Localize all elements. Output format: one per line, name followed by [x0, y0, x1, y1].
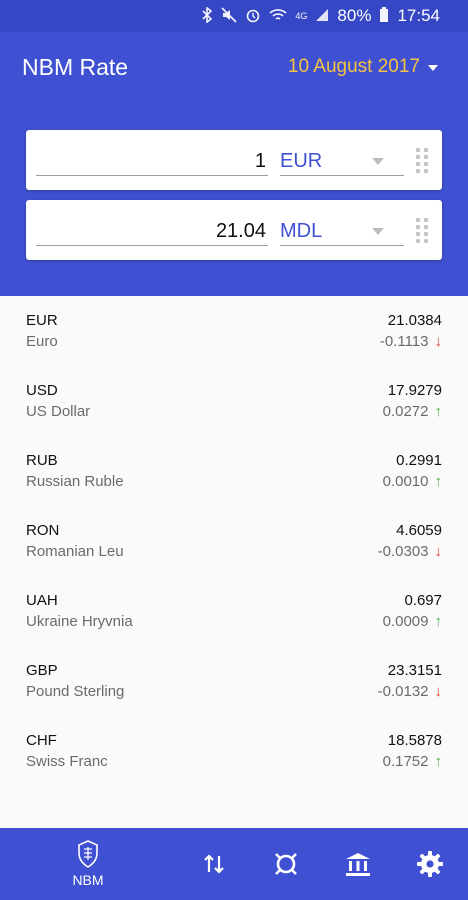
status-bar: 4G 80% 17:54	[0, 0, 468, 32]
date-selector[interactable]: 10 August 2017	[288, 56, 438, 78]
rate-change: -0.1113	[379, 333, 429, 350]
from-currency-select[interactable]: EUR	[280, 146, 404, 176]
arrow-up-icon: ↑	[434, 403, 443, 420]
currency-code: GBP	[26, 662, 58, 679]
arrow-up-icon: ↑	[434, 613, 443, 630]
rate-value: 23.3151	[387, 662, 442, 679]
from-amount-input[interactable]: 1	[36, 146, 268, 176]
rate-value: 18.5878	[387, 732, 442, 749]
nbm-logo-icon	[77, 840, 99, 873]
rate-row-ron[interactable]: RON Romanian Leu 4.6059 -0.0303 ↓	[0, 506, 468, 576]
swap-icon	[203, 852, 225, 881]
rate-value: 4.6059	[396, 522, 442, 539]
arrow-down-icon: ↓	[434, 683, 443, 700]
nav-banks[interactable]	[340, 828, 376, 900]
rate-row-eur[interactable]: EUR Euro 21.0384 -0.1113 ↓	[0, 296, 468, 366]
rate-change: -0.0132	[377, 683, 429, 700]
arrow-down-icon: ↓	[434, 543, 443, 560]
nav-converter[interactable]	[196, 828, 232, 900]
rate-change: 0.0010	[382, 473, 429, 490]
currency-name: US Dollar	[26, 403, 91, 420]
nav-nbm[interactable]: NBM	[58, 828, 118, 900]
rate-value: 21.0384	[387, 312, 442, 329]
rate-value: 0.697	[404, 592, 442, 609]
currency-name: Pound Sterling	[26, 683, 125, 700]
settings-icon	[416, 850, 444, 883]
rate-change: 0.0009	[382, 613, 429, 630]
drag-handle-icon[interactable]	[416, 148, 430, 174]
to-currency-label: MDL	[280, 220, 323, 242]
rate-row-uah[interactable]: UAH Ukraine Hryvnia 0.697 0.0009 ↑	[0, 576, 468, 646]
drag-handle-icon[interactable]	[416, 218, 430, 244]
nav-settings[interactable]	[412, 828, 448, 900]
nav-nbm-label: NBM	[72, 872, 104, 888]
rate-row-usd[interactable]: USD US Dollar 17.9279 0.0272 ↑	[0, 366, 468, 436]
rate-row-chf[interactable]: CHF Swiss Franc 18.5878 0.1752 ↑	[0, 716, 468, 786]
currency-icon	[272, 850, 300, 883]
chevron-down-icon	[428, 65, 438, 71]
currency-code: UAH	[26, 592, 58, 609]
currency-code: RUB	[26, 452, 58, 469]
signal-icon	[315, 8, 329, 25]
wifi-icon	[269, 8, 287, 25]
nav-currencies[interactable]	[268, 828, 304, 900]
app-header: NBM Rate 10 August 2017 1 EUR 21.04 MDL	[0, 32, 468, 296]
bank-icon	[344, 850, 372, 883]
arrow-up-icon: ↑	[434, 753, 443, 770]
currency-name: Romanian Leu	[26, 543, 124, 560]
rate-list: EUR Euro 21.0384 -0.1113 ↓ USD US Dollar …	[0, 296, 468, 828]
rate-change: 0.0272	[382, 403, 429, 420]
currency-code: USD	[26, 382, 58, 399]
from-currency-label: EUR	[280, 150, 323, 172]
dropdown-arrow-icon	[372, 228, 384, 235]
to-currency-select[interactable]: MDL	[280, 216, 404, 246]
arrow-up-icon: ↑	[434, 473, 443, 490]
app-title: NBM Rate	[22, 54, 129, 80]
rate-change: 0.1752	[382, 753, 429, 770]
date-label: 10 August 2017	[287, 56, 420, 77]
rate-change: -0.0303	[377, 543, 429, 560]
converter-card-to: 21.04 MDL	[26, 200, 442, 260]
currency-name: Swiss Franc	[26, 753, 108, 770]
mute-icon	[221, 6, 237, 26]
bottom-navigation: NBM	[0, 828, 468, 900]
to-amount-input[interactable]: 21.04	[36, 216, 268, 246]
rate-row-gbp[interactable]: GBP Pound Sterling 23.3151 -0.0132 ↓	[0, 646, 468, 716]
rate-value: 0.2991	[396, 452, 442, 469]
battery-percentage: 80%	[337, 6, 372, 25]
bluetooth-icon	[201, 5, 213, 26]
alarm-icon	[245, 7, 261, 26]
currency-name: Ukraine Hryvnia	[26, 613, 133, 630]
currency-code: CHF	[26, 732, 57, 749]
clock-time: 17:54	[397, 6, 440, 25]
arrow-down-icon: ↓	[434, 333, 443, 350]
converter-card-from: 1 EUR	[26, 130, 442, 190]
currency-name: Euro	[26, 333, 58, 350]
rate-value: 17.9279	[387, 382, 442, 399]
4g-icon: 4G	[295, 11, 308, 21]
rate-row-rub[interactable]: RUB Russian Ruble 0.2991 0.0010 ↑	[0, 436, 468, 506]
currency-code: EUR	[26, 312, 58, 329]
currency-code: RON	[26, 522, 60, 539]
dropdown-arrow-icon	[372, 158, 384, 165]
currency-name: Russian Ruble	[26, 473, 124, 490]
battery-icon	[379, 6, 389, 26]
